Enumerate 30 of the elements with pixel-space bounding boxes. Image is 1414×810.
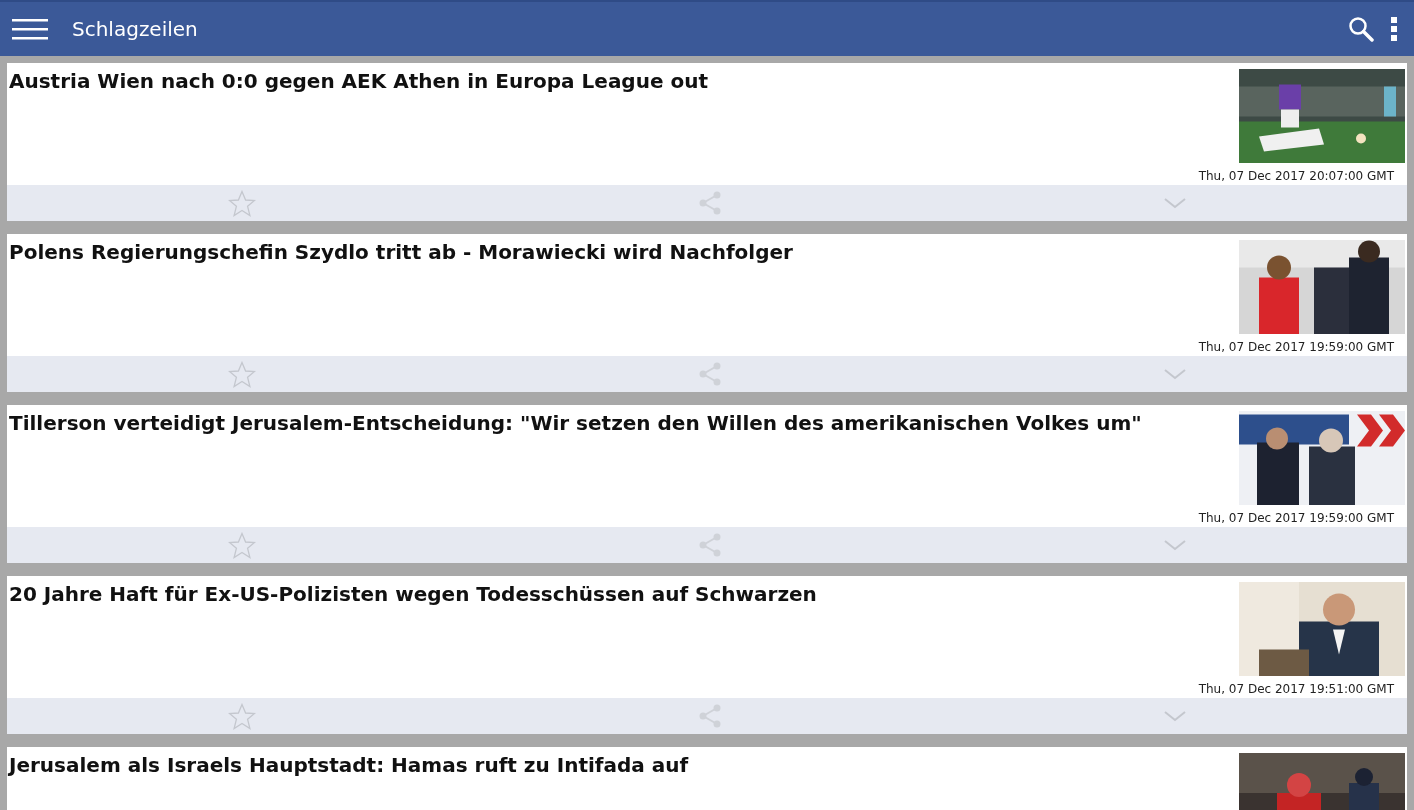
article-headline: Jerusalem als Israels Hauptstadt: Hamas ruft zu Intifada auf (9, 753, 690, 779)
article-timestamp: Thu, 07 Dec 2017 20:07:00 GMT (1198, 168, 1394, 185)
share-icon[interactable] (698, 191, 722, 215)
article-headline: Austria Wien nach 0:0 gegen AEK Athen in Europa League out (9, 69, 709, 95)
share-icon[interactable] (698, 704, 722, 728)
article-headline: Tillerson verteidigt Jerusalem-Entscheidung: "Wir setzen den Willen des amerikanischen Volkes um" (9, 411, 1143, 437)
article-timestamp: Thu, 07 Dec 2017 19:51:00 GMT (1198, 681, 1394, 698)
article-headline: 20 Jahre Haft für Ex-US-Polizisten wegen Todesschüssen auf Schwarzen (9, 582, 818, 608)
expand-chevron-icon[interactable] (1164, 368, 1186, 380)
article-card[interactable]: 20 Jahre Haft für Ex-US-Polizisten wegen Todesschüssen auf Schwarzen Thu, 07 Dec 2017 19:51:00 GMT (7, 576, 1407, 734)
expand-chevron-icon[interactable] (1164, 197, 1186, 209)
expand-chevron-icon[interactable] (1164, 710, 1186, 722)
article-card[interactable]: Polens Regierungschefin Szydlo tritt ab - Morawiecki wird Nachfolger Thu, 07 Dec 2017 19:59:00 GMT (7, 234, 1407, 392)
article-headline: Polens Regierungschefin Szydlo tritt ab - Morawiecki wird Nachfolger (9, 240, 794, 266)
article-card[interactable]: Tillerson verteidigt Jerusalem-Entscheidung: "Wir setzen den Willen des amerikanischen Volkes um" Thu, 07 Dec 2017 19:59:00 GMT (7, 405, 1407, 563)
search-icon[interactable] (1348, 16, 1374, 42)
article-timestamp: Thu, 07 Dec 2017 19:59:00 GMT (1198, 510, 1394, 527)
star-icon[interactable] (228, 360, 256, 388)
star-icon[interactable] (228, 531, 256, 559)
article-card[interactable]: Jerusalem als Israels Hauptstadt: Hamas ruft zu Intifada auf (7, 747, 1407, 810)
article-timestamp: Thu, 07 Dec 2017 19:59:00 GMT (1198, 339, 1394, 356)
star-icon[interactable] (228, 189, 256, 217)
more-icon[interactable] (1390, 16, 1398, 42)
share-icon[interactable] (698, 362, 722, 386)
app-title: Schlagzeilen (72, 16, 199, 43)
article-card[interactable]: Austria Wien nach 0:0 gegen AEK Athen in Europa League out Thu, 07 Dec 2017 20:07:00 GMT (7, 63, 1407, 221)
menu-icon[interactable] (12, 18, 48, 40)
share-icon[interactable] (698, 533, 722, 557)
expand-chevron-icon[interactable] (1164, 539, 1186, 551)
star-icon[interactable] (228, 702, 256, 730)
